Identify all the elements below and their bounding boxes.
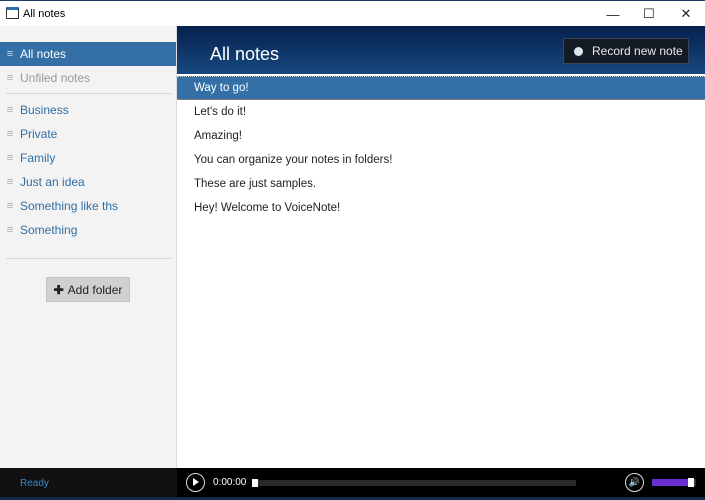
time-display: 0:00:00 — [213, 477, 247, 488]
folder-label: Business — [20, 103, 69, 117]
drag-handle-icon: ≡ — [6, 200, 14, 212]
notes-list: Way to go! Let's do it! Amazing! You can… — [177, 74, 705, 468]
divider — [6, 93, 172, 94]
window-title: All notes — [23, 8, 66, 20]
note-item[interactable]: Hey! Welcome to VoiceNote! — [177, 196, 705, 220]
minimize-button[interactable]: — — [595, 1, 631, 27]
drag-handle-icon: ≡ — [6, 72, 14, 84]
seek-slider[interactable] — [252, 479, 576, 487]
folder-label: Family — [20, 151, 56, 165]
note-item[interactable]: Let's do it! — [177, 100, 705, 124]
sidebar-item-unfiled-notes[interactable]: ≡ Unfiled notes — [0, 66, 176, 90]
record-new-note-button[interactable]: Record new note — [563, 38, 689, 64]
folder-item[interactable]: ≡ Business — [0, 98, 176, 122]
note-item[interactable]: These are just samples. — [177, 172, 705, 196]
plus-icon: ✚ — [53, 282, 64, 297]
note-item[interactable]: Amazing! — [177, 124, 705, 148]
divider — [6, 258, 172, 259]
notes-header: All notes Record new note — [177, 26, 705, 74]
drag-handle-icon: ≡ — [6, 104, 14, 116]
folder-item[interactable]: ≡ Something — [0, 218, 176, 242]
folder-label: Something like ths — [20, 199, 119, 213]
volume-slider[interactable] — [652, 478, 696, 487]
sidebar: ≡ All notes ≡ Unfiled notes ≡ Business ≡ Pri… — [0, 26, 177, 468]
sidebar-item-label: Unfiled notes — [20, 71, 91, 85]
record-label: Record new note — [592, 44, 683, 58]
sidebar-item-all-notes[interactable]: ≡ All notes — [0, 42, 176, 66]
volume-fill — [652, 479, 692, 486]
sidebar-item-label: All notes — [20, 47, 67, 61]
note-item[interactable]: You can organize your notes in folders! — [177, 148, 705, 172]
folder-item[interactable]: ≡ Just an idea — [0, 170, 176, 194]
folder-item[interactable]: ≡ Something like ths — [0, 194, 176, 218]
folder-item[interactable]: ≡ Family — [0, 146, 176, 170]
player-bar: Ready 0:00:00 🔊 — [0, 468, 705, 500]
seek-thumb[interactable] — [252, 479, 258, 487]
record-icon — [574, 46, 583, 56]
close-button[interactable]: ✕ — [668, 1, 704, 27]
folder-label: Something — [20, 223, 78, 237]
drag-handle-icon: ≡ — [6, 176, 14, 188]
page-title: All notes — [210, 44, 280, 64]
add-folder-label: Add folder — [67, 282, 123, 297]
volume-thumb[interactable] — [687, 478, 694, 487]
drag-handle-icon: ≡ — [6, 224, 14, 236]
add-folder-button[interactable]: ✚ Add folder — [46, 277, 130, 302]
app-icon — [6, 7, 19, 19]
folder-label: Just an idea — [20, 175, 85, 189]
drag-handle-icon: ≡ — [6, 152, 14, 164]
folder-item[interactable]: ≡ Private — [0, 122, 176, 146]
status-area: Ready — [0, 468, 177, 497]
folder-label: Private — [20, 127, 58, 141]
drag-handle-icon: ≡ — [6, 48, 14, 60]
play-button[interactable] — [186, 473, 205, 492]
maximize-button[interactable]: ☐ — [631, 1, 667, 27]
note-item[interactable]: Way to go! — [177, 76, 705, 100]
drag-handle-icon: ≡ — [6, 128, 14, 140]
volume-icon[interactable]: 🔊 — [625, 473, 644, 492]
title-bar: All notes — ☐ ✕ — [0, 0, 705, 26]
status-text: Ready — [20, 478, 49, 489]
